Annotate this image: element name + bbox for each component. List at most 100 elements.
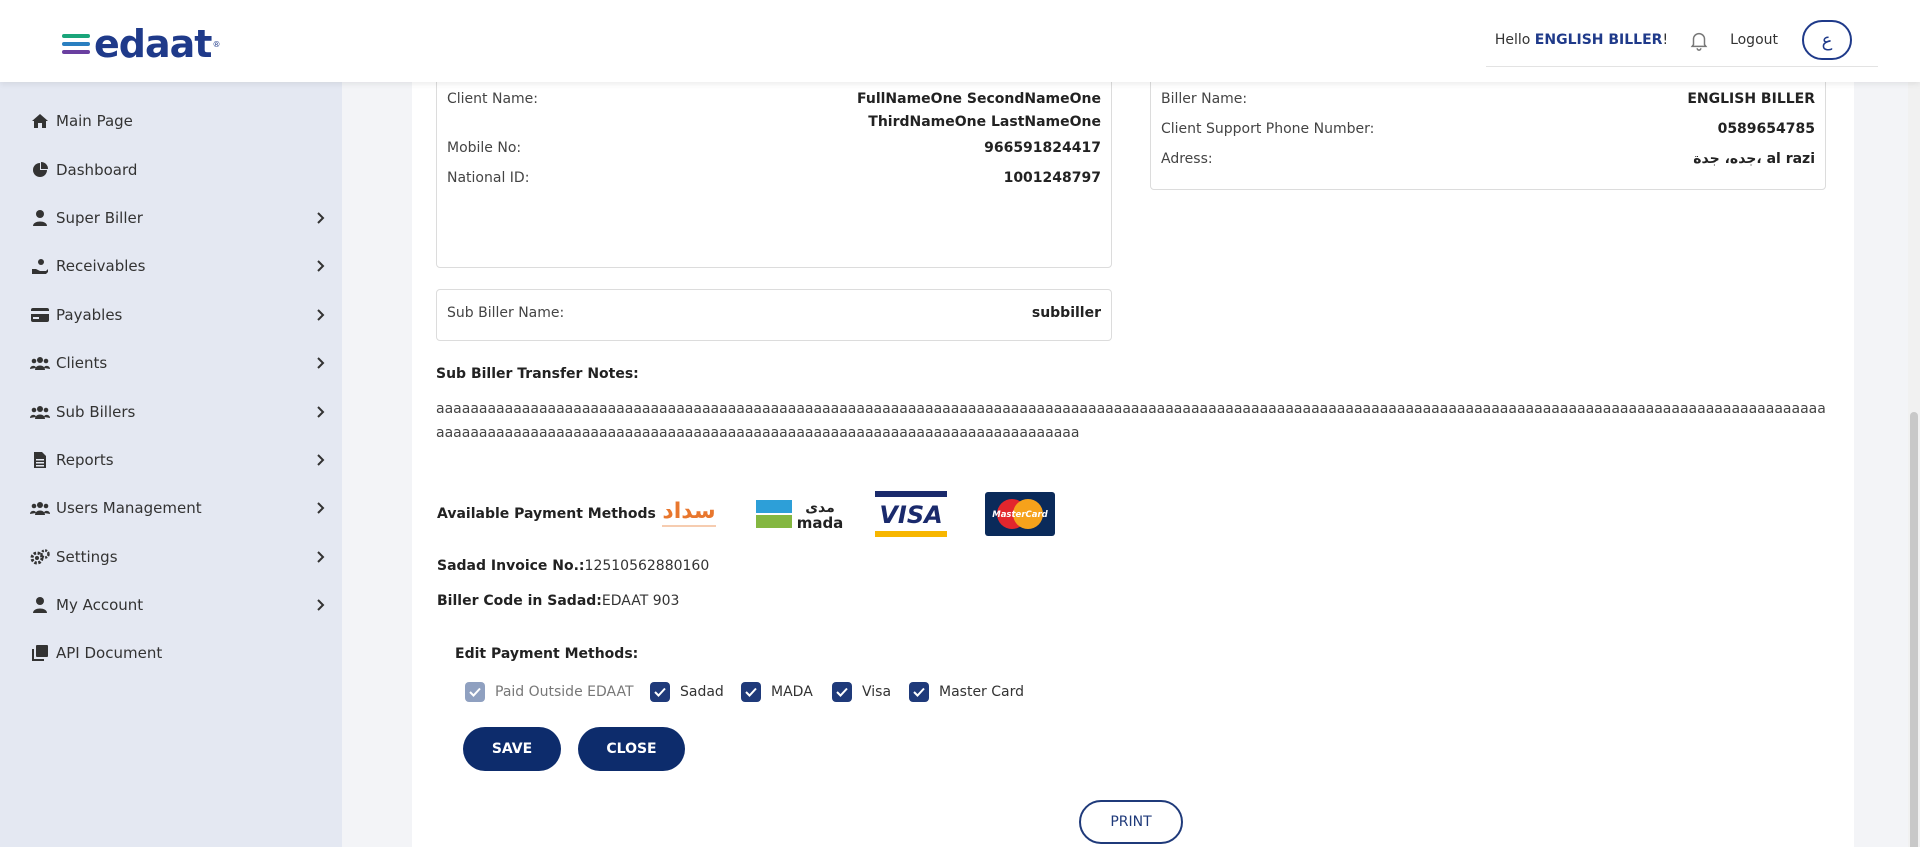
greeting-suffix: ! <box>1662 32 1669 48</box>
chevron-right-icon <box>317 212 325 224</box>
chevron-right-icon <box>317 551 325 563</box>
logo-text: edaat <box>94 22 212 66</box>
users-icon <box>30 499 50 517</box>
mobile-value: 966591824417 <box>984 140 1101 156</box>
mobile-label: Mobile No: <box>447 140 522 156</box>
sidebar-item-receivables[interactable]: Receivables <box>0 249 342 283</box>
transfer-notes-title: Sub Biller Transfer Notes: <box>436 366 639 382</box>
sadad-checkbox[interactable]: Sadad <box>650 682 724 702</box>
check-icon <box>832 682 852 702</box>
mada-checkbox[interactable]: MADA <box>741 682 813 702</box>
pie-chart-icon <box>30 161 50 179</box>
address-label: Adress: <box>1161 151 1213 167</box>
save-button[interactable]: SAVE <box>463 727 561 771</box>
sidebar-item-label: Dashboard <box>56 161 138 179</box>
sidebar-item-main-page[interactable]: Main Page <box>0 104 342 138</box>
logout-link[interactable]: Logout <box>1730 32 1778 48</box>
print-button[interactable]: PRINT <box>1079 800 1183 844</box>
master-card-checkbox[interactable]: Master Card <box>909 682 1024 702</box>
sidebar-item-label: Main Page <box>56 112 133 130</box>
user-icon <box>30 596 50 614</box>
sidebar-item-label: Settings <box>56 548 118 566</box>
sidebar-item-label: My Account <box>56 596 144 614</box>
mada-logo-en-text: mada <box>797 514 844 530</box>
biller-name-label: Biller Name: <box>1161 91 1248 107</box>
chevron-right-icon <box>317 357 325 369</box>
address-row: Adress: al razi ،جده، جدة <box>1161 151 1815 167</box>
sidebar-item-label: Receivables <box>56 257 146 275</box>
client-name-row: Client Name: FullNameOne SecondNameOne T… <box>447 91 1101 137</box>
chevron-right-icon <box>317 260 325 272</box>
page-scrollbar[interactable] <box>1908 82 1920 847</box>
sidebar-item-label: Super Biller <box>56 209 143 227</box>
checkbox-label: MADA <box>771 684 813 700</box>
checkbox-label: Paid Outside EDAAT <box>495 684 634 700</box>
greeting-prefix: Hello <box>1494 32 1535 48</box>
document-icon <box>30 451 50 469</box>
payment-methods-title: Available Payment Methods <box>437 506 656 522</box>
biller-name-value: ENGLISH BILLER <box>1687 91 1815 107</box>
biller-code-label: Biller Code in Sadad: <box>437 593 602 609</box>
language-toggle-button[interactable]: ع <box>1802 20 1852 60</box>
sidebar-item-my-account[interactable]: My Account <box>0 588 342 622</box>
users-icon <box>30 354 50 372</box>
sidebar-item-reports[interactable]: Reports <box>0 443 342 477</box>
header-divider <box>1486 66 1878 67</box>
chevron-right-icon <box>317 502 325 514</box>
mada-logo: مدى mada <box>756 496 846 532</box>
sub-biller-value: subbiller <box>1031 305 1101 321</box>
client-name-label: Client Name: <box>447 91 538 107</box>
sadad-invoice-line: Sadad Invoice No.:12510562880160 <box>437 558 709 574</box>
sidebar-item-settings[interactable]: Settings <box>0 540 342 574</box>
check-icon <box>909 682 929 702</box>
sidebar-item-api-document[interactable]: API Document <box>0 636 342 670</box>
paid-outside-edaat-checkbox: Paid Outside EDAAT <box>465 682 634 702</box>
home-icon <box>30 112 50 130</box>
address-value: al razi ،جده، جدة <box>1693 151 1815 167</box>
sidebar-item-label: Payables <box>56 306 123 324</box>
top-header: edaat ® Hello ENGLISH BILLER! Logout ع <box>0 0 1920 82</box>
chevron-right-icon <box>317 454 325 466</box>
sidebar-item-dashboard[interactable]: Dashboard <box>0 153 342 187</box>
support-phone-row: Client Support Phone Number: 0589654785 <box>1161 121 1815 137</box>
bell-icon[interactable] <box>1688 29 1710 51</box>
edaat-logo[interactable]: edaat ® <box>62 22 220 66</box>
sidebar-item-label: Sub Billers <box>56 403 136 421</box>
header-user-area: Hello ENGLISH BILLER! Logout ع <box>1495 20 1852 60</box>
biller-name-row: Biller Name: ENGLISH BILLER <box>1161 91 1815 107</box>
users-icon <box>30 403 50 421</box>
credit-card-icon <box>30 306 50 324</box>
scrollbar-thumb[interactable] <box>1910 412 1918 847</box>
check-icon <box>650 682 670 702</box>
visa-logo-text: VISA <box>879 501 942 529</box>
national-id-value: 1001248797 <box>1003 170 1101 186</box>
sidebar-item-sub-billers[interactable]: Sub Billers <box>0 395 342 429</box>
check-icon <box>741 682 761 702</box>
checkbox-label: Visa <box>862 684 892 700</box>
check-icon <box>465 682 485 702</box>
mobile-row: Mobile No: 966591824417 <box>447 140 1101 156</box>
checkbox-label: Master Card <box>939 684 1025 700</box>
sidebar-item-payables[interactable]: Payables <box>0 298 342 332</box>
sidebar-item-label: API Document <box>56 644 163 662</box>
sidebar-item-super-biller[interactable]: Super Biller <box>0 201 342 235</box>
logo-trademark: ® <box>212 39 221 49</box>
client-name-line1: FullNameOne SecondNameOne <box>856 91 1101 107</box>
support-phone-value: 0589654785 <box>1717 121 1815 137</box>
sidebar-item-users-management[interactable]: Users Management <box>0 491 342 525</box>
sidebar-item-label: Reports <box>56 451 114 469</box>
client-name-line2: ThirdNameOne LastNameOne <box>868 114 1101 130</box>
sub-biller-label: Sub Biller Name: <box>447 305 565 321</box>
biller-code-value: EDAAT 903 <box>601 593 680 609</box>
sidebar-item-clients[interactable]: Clients <box>0 346 342 380</box>
visa-checkbox[interactable]: Visa <box>832 682 891 702</box>
sadad-invoice-label: Sadad Invoice No.: <box>437 558 585 574</box>
sidebar: Main Page Dashboard Super Biller Receiva… <box>0 82 342 847</box>
national-id-row: National ID: 1001248797 <box>447 170 1101 186</box>
logo-lines-icon <box>62 34 90 54</box>
mastercard-logo-text: MasterCard <box>992 510 1048 520</box>
biller-info-card: Biller Name: ENGLISH BILLER Client Suppo… <box>1150 72 1826 190</box>
chevron-right-icon <box>317 599 325 611</box>
close-button[interactable]: CLOSE <box>578 727 685 771</box>
client-name-value: FullNameOne SecondNameOne ThirdNameOne L… <box>857 91 1101 137</box>
